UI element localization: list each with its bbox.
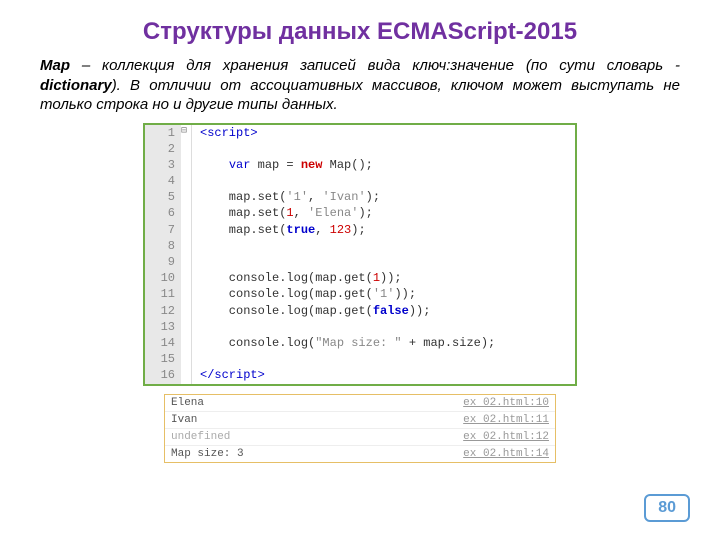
fold-gutter xyxy=(181,335,192,351)
code-content: console.log(map.get('1')); xyxy=(192,286,575,302)
fold-gutter xyxy=(181,238,192,254)
code-line: 10 console.log(map.get(1)); xyxy=(145,270,575,286)
line-number: 13 xyxy=(145,319,181,335)
code-content xyxy=(192,173,575,189)
code-content xyxy=(192,141,575,157)
code-content xyxy=(192,351,575,367)
code-line: 11 console.log(map.get('1')); xyxy=(145,286,575,302)
code-line: 6 map.set(1, 'Elena'); xyxy=(145,205,575,221)
fold-gutter xyxy=(181,157,192,173)
fold-gutter xyxy=(181,254,192,270)
code-line: 7 map.set(true, 123); xyxy=(145,222,575,238)
code-content: <script> xyxy=(192,125,575,141)
code-content: </script> xyxy=(192,367,575,383)
fold-gutter xyxy=(181,319,192,335)
code-content: console.log(map.get(1)); xyxy=(192,270,575,286)
code-line: 8 xyxy=(145,238,575,254)
desc-body2: ). В отличии от ассоциативных массивов, … xyxy=(40,77,680,114)
fold-gutter xyxy=(181,270,192,286)
code-line: 4 xyxy=(145,173,575,189)
fold-gutter xyxy=(181,351,192,367)
code-content: console.log("Map size: " + map.size); xyxy=(192,335,575,351)
line-number: 9 xyxy=(145,254,181,270)
console-row: undefined ex 02.html:12 xyxy=(165,429,555,446)
fold-gutter xyxy=(181,286,192,302)
code-content: map.set(1, 'Elena'); xyxy=(192,205,575,221)
line-number: 8 xyxy=(145,238,181,254)
fold-gutter xyxy=(181,141,192,157)
fold-gutter: ⊟ xyxy=(181,125,192,141)
fold-gutter xyxy=(181,173,192,189)
line-number: 15 xyxy=(145,351,181,367)
code-line: 3 var map = new Map(); xyxy=(145,157,575,173)
console-output-value: Map size: 3 xyxy=(171,448,244,460)
code-content: map.set('1', 'Ivan'); xyxy=(192,189,575,205)
code-line: 12 console.log(map.get(false)); xyxy=(145,303,575,319)
description-text: Map – коллекция для хранения записей вид… xyxy=(40,56,680,115)
line-number: 12 xyxy=(145,303,181,319)
page-number-badge: 80 xyxy=(644,494,690,522)
code-line: 9 xyxy=(145,254,575,270)
line-number: 14 xyxy=(145,335,181,351)
line-number: 5 xyxy=(145,189,181,205)
fold-gutter xyxy=(181,222,192,238)
term-dictionary: dictionary xyxy=(40,77,112,94)
console-output-value: Elena xyxy=(171,397,204,409)
console-output: Elena ex 02.html:10 Ivan ex 02.html:11 undef… xyxy=(164,394,556,463)
term-map: Map xyxy=(40,57,70,74)
line-number: 4 xyxy=(145,173,181,189)
code-line: 2 xyxy=(145,141,575,157)
code-content: console.log(map.get(false)); xyxy=(192,303,575,319)
console-output-value: undefined xyxy=(171,431,230,443)
desc-body: – коллекция для хранения записей вида кл… xyxy=(70,57,680,74)
line-number: 6 xyxy=(145,205,181,221)
code-content xyxy=(192,254,575,270)
code-line: 1⊟<script> xyxy=(145,125,575,141)
console-source-link: ex 02.html:10 xyxy=(463,397,549,409)
line-number: 10 xyxy=(145,270,181,286)
line-number: 11 xyxy=(145,286,181,302)
code-line: 16 </script> xyxy=(145,367,575,383)
code-block: 1⊟<script>23 var map = new Map();45 map.… xyxy=(143,123,577,386)
code-content: map.set(true, 123); xyxy=(192,222,575,238)
console-source-link: ex 02.html:14 xyxy=(463,448,549,460)
line-number: 1 xyxy=(145,125,181,141)
code-line: 5 map.set('1', 'Ivan'); xyxy=(145,189,575,205)
page-title: Структуры данных ECMAScript-2015 xyxy=(40,18,680,46)
console-source-link: ex 02.html:11 xyxy=(463,414,549,426)
console-output-value: Ivan xyxy=(171,414,197,426)
console-row: Ivan ex 02.html:11 xyxy=(165,412,555,429)
code-content xyxy=(192,238,575,254)
code-line: 14 console.log("Map size: " + map.size); xyxy=(145,335,575,351)
console-row: Elena ex 02.html:10 xyxy=(165,395,555,412)
line-number: 16 xyxy=(145,367,181,383)
code-line: 13 xyxy=(145,319,575,335)
fold-gutter xyxy=(181,303,192,319)
code-content xyxy=(192,319,575,335)
line-number: 3 xyxy=(145,157,181,173)
code-line: 15 xyxy=(145,351,575,367)
line-number: 7 xyxy=(145,222,181,238)
code-content: var map = new Map(); xyxy=(192,157,575,173)
console-source-link: ex 02.html:12 xyxy=(463,431,549,443)
console-row: Map size: 3 ex 02.html:14 xyxy=(165,446,555,462)
fold-gutter xyxy=(181,367,192,383)
line-number: 2 xyxy=(145,141,181,157)
fold-gutter xyxy=(181,189,192,205)
fold-gutter xyxy=(181,205,192,221)
